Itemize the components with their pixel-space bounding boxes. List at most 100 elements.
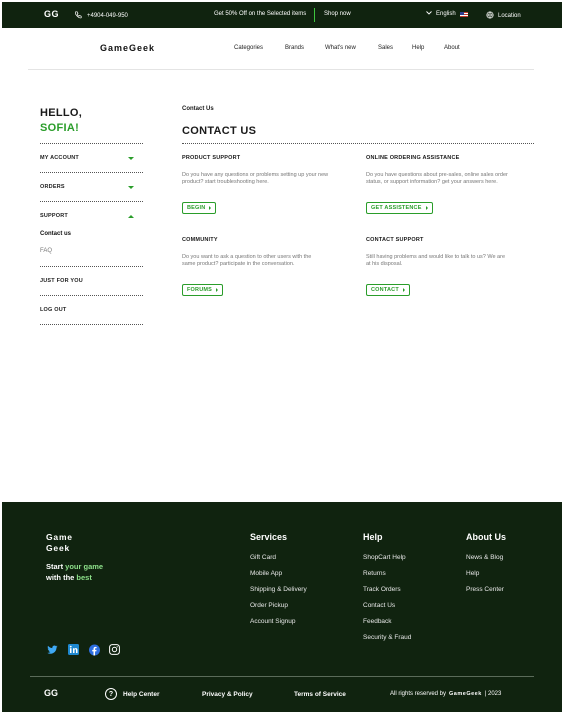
sidebar-item-log-out[interactable]: LOG OUT (40, 307, 134, 313)
arrow-right-icon (209, 206, 212, 210)
top-bar: GG +4904-049-950 Get 50% Off on the Sele… (2, 2, 562, 28)
breadcrumb: Contact Us (182, 106, 214, 112)
arrow-right-icon (402, 288, 405, 292)
footer-bottom-logo[interactable]: GG (44, 688, 58, 698)
privacy-policy-link[interactable]: Privacy & Policy (202, 691, 253, 698)
copyright: All rights reserved by GameGeek | 2023 (390, 691, 501, 697)
tagline-highlight: your game (65, 562, 104, 571)
card-title-online-ordering: ONLINE ORDERING ASSISTANCE (366, 155, 460, 161)
greeting-text: HELLO, (40, 107, 83, 119)
divider (40, 201, 143, 202)
footer-link-returns[interactable]: Returns (363, 570, 386, 577)
footer-divider (30, 676, 534, 677)
footer-link-contact-us[interactable]: Contact Us (363, 602, 395, 609)
linkedin-icon[interactable] (68, 644, 79, 655)
footer-link-gift-card[interactable]: Gift Card (250, 554, 276, 561)
footer-link-shipping-delivery[interactable]: Shipping & Delivery (250, 586, 307, 593)
footer-link-press-center[interactable]: Press Center (466, 586, 504, 593)
begin-button-label: BEGIN (187, 205, 206, 211)
instagram-icon[interactable] (109, 644, 120, 655)
phone-contact[interactable]: +4904-049-950 (74, 11, 128, 21)
sidebar-item-my-account[interactable]: MY ACCOUNT (40, 155, 134, 161)
card-title-contact-support: CONTACT SUPPORT (366, 237, 424, 243)
card-desc-online-ordering: Do you have questions about pre-sales, o… (366, 172, 508, 185)
footer-col-title-help: Help (363, 532, 383, 542)
chevron-down-icon (426, 11, 432, 17)
user-name: SOFIA! (40, 122, 80, 134)
brand-logo[interactable]: GameGeek (100, 43, 155, 53)
footer-logo[interactable]: Game Geek (46, 532, 73, 554)
sidebar-subitem-faq[interactable]: FAQ (40, 248, 52, 254)
footer-link-account-signup[interactable]: Account Signup (250, 618, 296, 625)
phone-number: +4904-049-950 (87, 13, 128, 19)
begin-button[interactable]: BEGIN (182, 202, 217, 214)
nav-sales[interactable]: Sales (378, 45, 393, 51)
sidebar-item-support[interactable]: SUPPORT (40, 213, 134, 219)
help-center-link[interactable]: Help Center (123, 691, 159, 698)
footer-link-security-fraud[interactable]: Security & Fraud (363, 634, 411, 641)
caret-down-icon[interactable] (128, 186, 134, 189)
nav-brands[interactable]: Brands (285, 45, 304, 51)
contact-button-label: CONTACT (371, 287, 399, 293)
copyright-year: | 2023 (484, 691, 502, 697)
sidebar-item-orders[interactable]: ORDERS (40, 184, 134, 190)
caret-up-icon[interactable] (128, 215, 134, 218)
tagline-part: Start (46, 562, 66, 571)
footer-link-shopcart-help[interactable]: ShopCart Help (363, 554, 406, 561)
forums-button[interactable]: FORUMS (182, 284, 224, 296)
divider (40, 266, 143, 267)
caret-down-icon[interactable] (128, 157, 134, 160)
facebook-icon[interactable] (89, 644, 100, 655)
footer-link-news-blog[interactable]: News & Blog (466, 554, 503, 561)
location-label: Location (498, 13, 521, 19)
get-assistance-button-label: GET ASSISTENCE (371, 205, 422, 211)
footer-link-order-pickup[interactable]: Order Pickup (250, 602, 288, 609)
footer-link-mobile-app[interactable]: Mobile App (250, 570, 282, 577)
divider (182, 143, 534, 144)
sidebar-subitem-contact-us[interactable]: Contact us (40, 231, 71, 237)
greeting: HELLO, SOFIA! (40, 106, 82, 136)
nav-help[interactable]: Help (412, 45, 424, 51)
help-circle-icon: ? (105, 688, 117, 700)
get-assistance-button[interactable]: GET ASSISTENCE (366, 202, 433, 214)
language-selector[interactable]: English (426, 11, 468, 17)
phone-icon (74, 11, 82, 21)
shop-now-link[interactable]: Shop now (324, 11, 351, 17)
divider (40, 295, 143, 296)
divider (40, 324, 143, 325)
divider (40, 172, 143, 173)
nav-whats-new[interactable]: What's new (325, 45, 356, 51)
divider (40, 143, 143, 144)
copyright-brand: GameGeek (449, 691, 482, 697)
twitter-icon[interactable] (47, 644, 58, 655)
globe-icon (486, 11, 494, 21)
language-label: English (436, 11, 456, 17)
promo-divider (314, 8, 315, 22)
footer-col-title-about: About Us (466, 532, 506, 542)
footer-link-feedback[interactable]: Feedback (363, 618, 392, 625)
arrow-right-icon (425, 206, 428, 210)
page-title: CONTACT US (182, 125, 257, 137)
footer-logo-line2: Geek (46, 543, 70, 553)
arrow-right-icon (216, 288, 219, 292)
terms-of-service-link[interactable]: Terms of Service (294, 691, 346, 698)
footer-tagline: Start your game with the best (46, 561, 103, 583)
card-desc-contact-support: Still having problems and would like to … (366, 254, 505, 267)
copyright-text: All rights reserved by (390, 691, 447, 697)
footer-logo-line1: Game (46, 532, 73, 542)
contact-button[interactable]: CONTACT (366, 284, 410, 296)
topbar-logo[interactable]: GG (44, 9, 59, 19)
card-title-product-support: PRODUCT SUPPORT (182, 155, 241, 161)
nav-about[interactable]: About (444, 45, 460, 51)
footer-link-help[interactable]: Help (466, 570, 479, 577)
footer-link-track-orders[interactable]: Track Orders (363, 586, 401, 593)
nav-categories[interactable]: Categories (234, 45, 263, 51)
footer: Game Geek Start your game with the best … (2, 502, 562, 712)
card-title-community: COMMUNITY (182, 237, 218, 243)
location-selector[interactable]: Location (486, 11, 521, 21)
card-desc-product-support: Do you have any questions or problems se… (182, 172, 329, 185)
forums-button-label: FORUMS (187, 287, 213, 293)
promo-text: Get 50% Off on the Selected items (214, 11, 307, 17)
footer-col-title-services: Services (250, 532, 288, 542)
sidebar-item-just-for-you[interactable]: JUST FOR YOU (40, 278, 134, 284)
